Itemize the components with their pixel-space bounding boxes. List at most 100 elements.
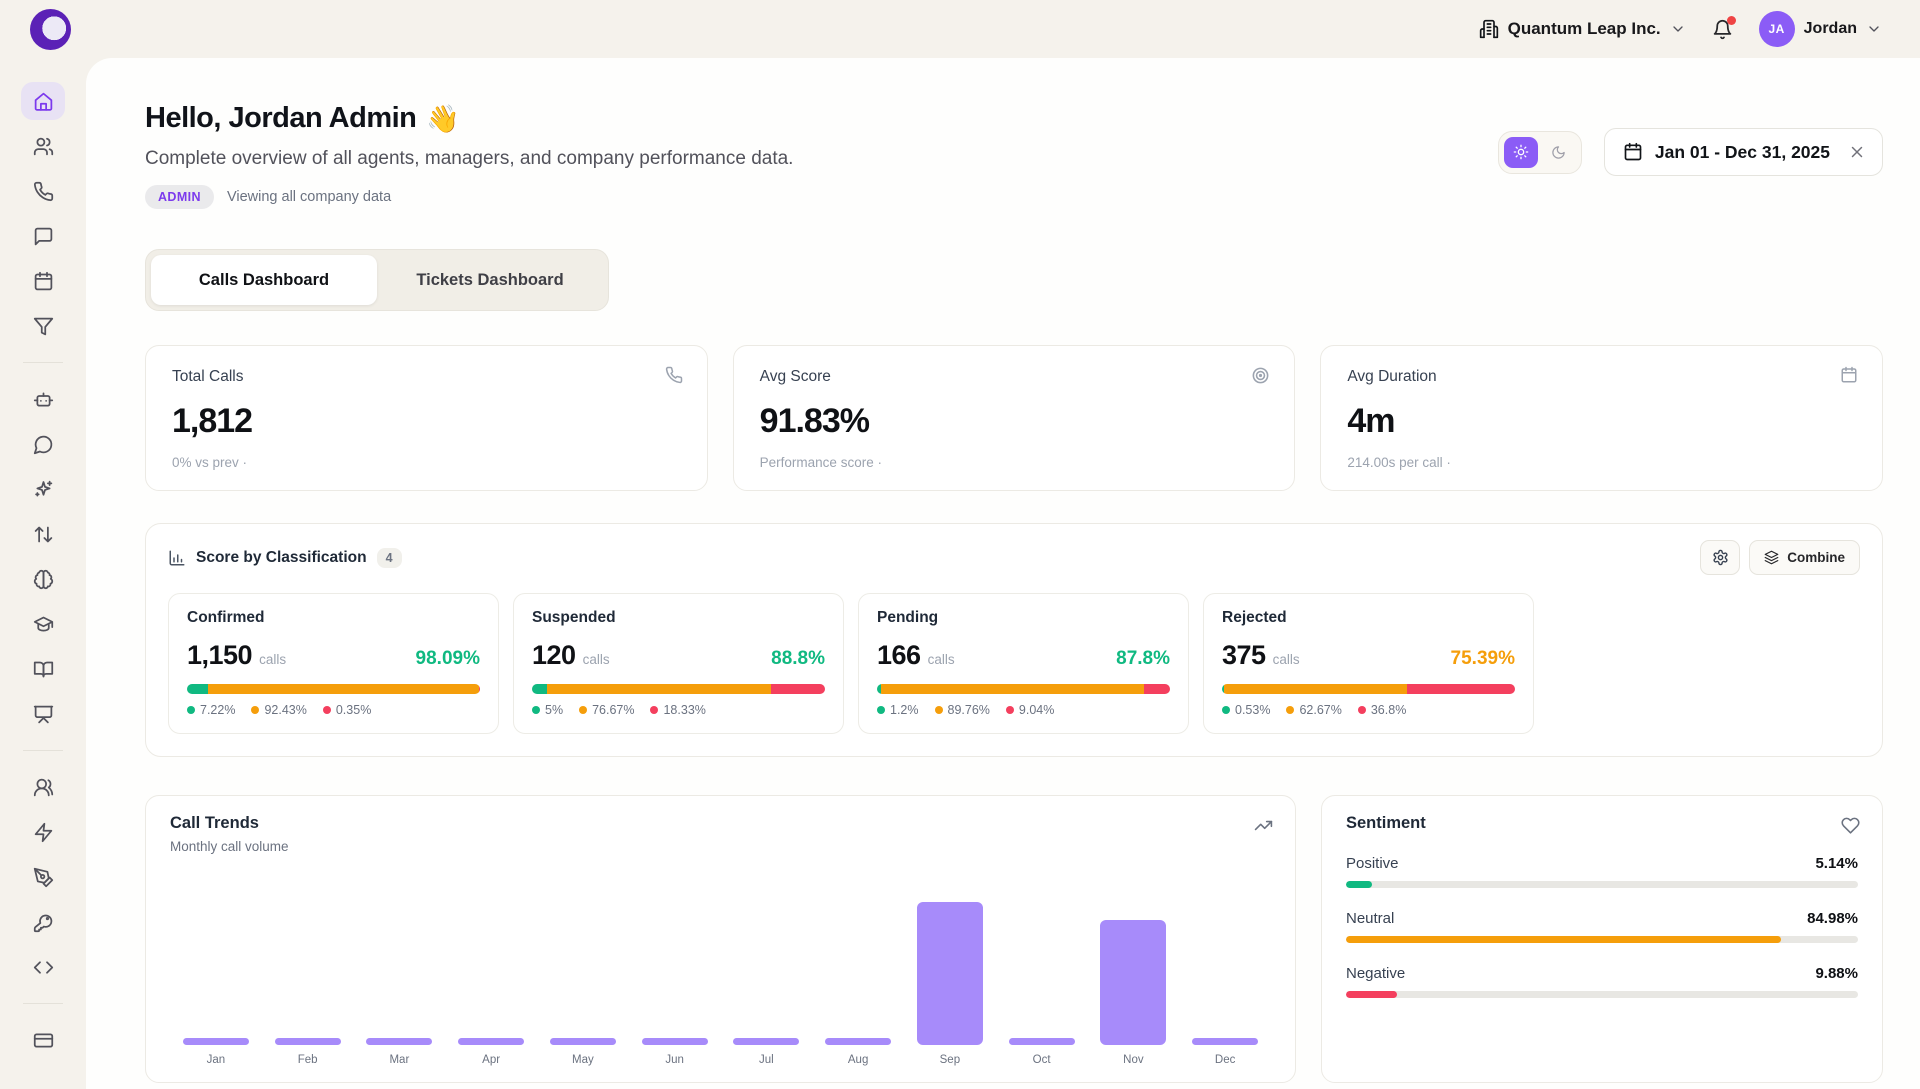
dark-mode-button[interactable] xyxy=(1542,137,1576,168)
zap-icon xyxy=(33,822,54,843)
legend-dot-icon xyxy=(323,706,331,714)
trend-bar[interactable] xyxy=(1009,1038,1075,1045)
trend-bar[interactable] xyxy=(458,1038,524,1045)
user-name: Jordan xyxy=(1804,20,1857,38)
code-icon xyxy=(33,957,54,978)
sidebar-item-message-circle[interactable] xyxy=(21,425,65,463)
bar-segment xyxy=(187,684,208,694)
sentiment-row-neutral: Neutral84.98% xyxy=(1346,910,1858,943)
page-title: Hello, Jordan Admin👋 xyxy=(145,102,793,135)
sentiment-fill xyxy=(1346,936,1781,943)
notification-dot xyxy=(1727,16,1736,25)
classification-score: 87.8% xyxy=(1116,648,1170,670)
classification-calls-suffix: calls xyxy=(583,652,610,667)
month-label: Dec xyxy=(1215,1054,1235,1066)
tab-calls-dashboard[interactable]: Calls Dashboard xyxy=(151,255,377,305)
sidebar-item-message-square[interactable] xyxy=(21,217,65,255)
trend-bar[interactable] xyxy=(1100,920,1166,1045)
legend-dot-icon xyxy=(532,706,540,714)
notifications-button[interactable] xyxy=(1712,19,1733,40)
bar-segment xyxy=(881,684,1144,694)
sidebar-item-users-round[interactable] xyxy=(21,768,65,806)
clear-date-icon[interactable] xyxy=(1848,143,1866,161)
home-icon xyxy=(33,91,54,112)
trend-bar[interactable] xyxy=(642,1038,708,1045)
trending-up-icon xyxy=(1254,816,1273,835)
trend-bar[interactable] xyxy=(1192,1038,1258,1045)
sidebar-item-calendar[interactable] xyxy=(21,262,65,300)
trend-column: Jul xyxy=(721,870,813,1066)
trend-bar[interactable] xyxy=(733,1038,799,1045)
sidebar-item-phone[interactable] xyxy=(21,172,65,210)
legend-dot-icon xyxy=(650,706,658,714)
users-round-icon xyxy=(33,777,54,798)
trend-bar[interactable] xyxy=(825,1038,891,1045)
chevron-down-icon xyxy=(1670,21,1686,37)
stat-card-total-calls: Total Calls 1,812 0% vs prev · xyxy=(145,345,708,491)
classification-score: 75.39% xyxy=(1451,648,1515,670)
key-icon xyxy=(33,912,54,933)
classification-title: Suspended xyxy=(532,609,825,627)
legend-dot-icon xyxy=(877,706,885,714)
sentiment-track xyxy=(1346,936,1858,943)
tab-tickets-dashboard[interactable]: Tickets Dashboard xyxy=(377,255,603,305)
legend-dot-icon xyxy=(935,706,943,714)
bar-segment xyxy=(1224,684,1408,694)
sidebar-item-bot[interactable] xyxy=(21,380,65,418)
trend-bar[interactable] xyxy=(275,1038,341,1045)
avatar: JA xyxy=(1759,11,1795,47)
legend-item: 18.33% xyxy=(650,703,705,717)
classification-card-confirmed: Confirmed1,150calls98.09%7.22%92.43%0.35… xyxy=(168,593,499,734)
filter-icon xyxy=(33,316,54,337)
legend-item: 1.2% xyxy=(877,703,919,717)
sentiment-label: Negative xyxy=(1346,965,1405,982)
sentiment-panel: Sentiment Positive5.14%Neutral84.98%Nega… xyxy=(1321,795,1883,1083)
trend-bar[interactable] xyxy=(917,902,983,1045)
trend-bar[interactable] xyxy=(366,1038,432,1045)
graduation-cap-icon xyxy=(33,614,54,635)
sidebar-item-zap[interactable] xyxy=(21,813,65,851)
classification-bar xyxy=(187,684,480,694)
user-menu[interactable]: JA Jordan xyxy=(1759,11,1882,47)
sentiment-value: 84.98% xyxy=(1807,910,1858,927)
sun-icon xyxy=(1513,144,1529,160)
legend-dot-icon xyxy=(579,706,587,714)
bar-segment xyxy=(1407,684,1515,694)
combine-button[interactable]: Combine xyxy=(1749,540,1860,575)
sidebar-item-key[interactable] xyxy=(21,903,65,941)
light-mode-button[interactable] xyxy=(1504,137,1538,168)
sidebar-item-credit-card[interactable] xyxy=(21,1021,65,1059)
sidebar-item-users[interactable] xyxy=(21,127,65,165)
topbar: Quantum Leap Inc. JA Jordan xyxy=(0,0,1920,58)
company-switcher[interactable]: Quantum Leap Inc. xyxy=(1479,19,1686,39)
app-logo[interactable] xyxy=(30,9,71,50)
legend-item: 9.04% xyxy=(1006,703,1054,717)
sidebar-item-filter[interactable] xyxy=(21,307,65,345)
phone-icon xyxy=(33,181,54,202)
stat-label: Total Calls xyxy=(172,368,681,386)
trend-bar[interactable] xyxy=(183,1038,249,1045)
settings-button[interactable] xyxy=(1700,540,1740,575)
classification-calls-suffix: calls xyxy=(259,652,286,667)
sidebar-item-brain[interactable] xyxy=(21,560,65,598)
bar-segment xyxy=(547,684,772,694)
date-range-picker[interactable]: Jan 01 - Dec 31, 2025 xyxy=(1604,128,1883,176)
month-label: Oct xyxy=(1033,1054,1051,1066)
trend-bar[interactable] xyxy=(550,1038,616,1045)
sentiment-track xyxy=(1346,991,1858,998)
sidebar-item-sparkles[interactable] xyxy=(21,470,65,508)
sidebar-item-home[interactable] xyxy=(21,82,65,120)
sidebar-item-code[interactable] xyxy=(21,948,65,986)
theme-toggle[interactable] xyxy=(1498,131,1582,174)
sidebar-item-presentation[interactable] xyxy=(21,695,65,733)
sentiment-label: Positive xyxy=(1346,855,1399,872)
legend-dot-icon xyxy=(1286,706,1294,714)
sidebar-item-arrows-up-down[interactable] xyxy=(21,515,65,553)
stat-caption: 214.00s per call · xyxy=(1347,455,1856,470)
month-label: Nov xyxy=(1123,1054,1143,1066)
sidebar-item-pen-tool[interactable] xyxy=(21,858,65,896)
sidebar-item-book-open[interactable] xyxy=(21,650,65,688)
page-header: Hello, Jordan Admin👋 Complete overview o… xyxy=(145,102,1883,209)
sidebar-item-graduation-cap[interactable] xyxy=(21,605,65,643)
sentiment-row-negative: Negative9.88% xyxy=(1346,965,1858,998)
